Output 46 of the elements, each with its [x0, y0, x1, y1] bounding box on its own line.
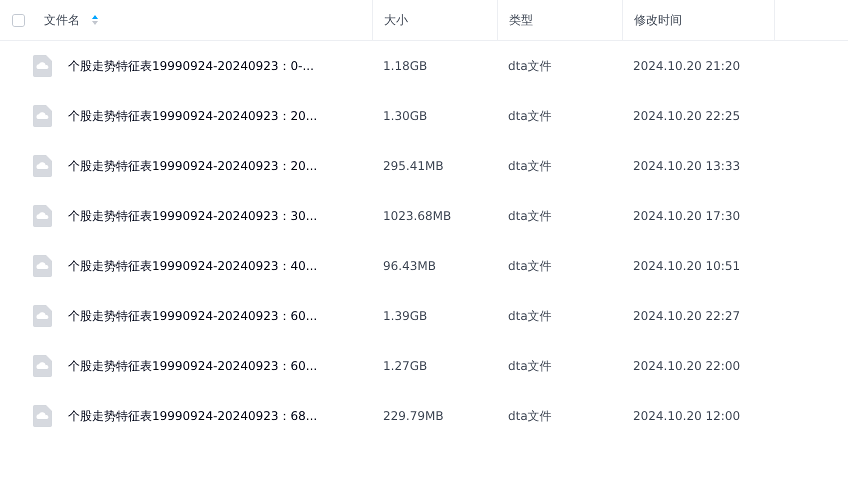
cloud-file-icon	[33, 155, 52, 177]
modified-time: 2024.10.20 21:20	[632, 59, 740, 73]
file-size: 1.39GB	[382, 309, 428, 323]
modified-time: 2024.10.20 13:33	[632, 159, 740, 173]
modified-time: 2024.10.20 17:30	[632, 209, 740, 223]
file-size: 96.43MB	[382, 259, 436, 273]
column-header[interactable]: 类型	[509, 12, 533, 28]
file-name[interactable]: 个股走势特征表19990924-20240923：20...	[68, 158, 318, 174]
cloud-file-icon	[33, 55, 52, 77]
file-size: 295.41MB	[382, 159, 444, 173]
file-type: dta文件	[507, 158, 552, 174]
file-size: 1.18GB	[382, 59, 428, 73]
file-name[interactable]: 个股走势特征表19990924-20240923：60...	[68, 308, 318, 324]
column-header[interactable]: 文件名	[44, 12, 80, 28]
modified-time: 2024.10.20 22:25	[632, 109, 740, 123]
file-type: dta文件	[507, 58, 552, 74]
file-size: 1023.68MB	[382, 209, 452, 223]
modified-time: 2024.10.20 22:00	[632, 359, 740, 373]
file-type: dta文件	[507, 408, 552, 424]
cloud-file-icon	[33, 355, 52, 377]
file-name[interactable]: 个股走势特征表19990924-20240923：68...	[68, 408, 318, 424]
file-name[interactable]: 个股走势特征表19990924-20240923：40...	[68, 258, 318, 274]
file-type: dta文件	[507, 208, 552, 224]
cloud-file-icon	[33, 305, 52, 327]
modified-time: 2024.10.20 22:27	[632, 309, 740, 323]
cloud-file-icon	[33, 105, 52, 127]
column-header[interactable]: 修改时间	[634, 12, 682, 28]
cloud-file-icon	[33, 405, 52, 427]
file-type: dta文件	[507, 108, 552, 124]
file-name[interactable]: 个股走势特征表19990924-20240923：20...	[68, 108, 318, 124]
column-header[interactable]: 大小	[384, 12, 408, 28]
modified-time: 2024.10.20 12:00	[632, 409, 740, 423]
file-size: 1.27GB	[382, 359, 428, 373]
file-size: 229.79MB	[382, 409, 444, 423]
cloud-file-icon	[33, 205, 52, 227]
file-type: dta文件	[507, 358, 552, 374]
sort-icon[interactable]	[92, 15, 98, 25]
file-name[interactable]: 个股走势特征表19990924-20240923：0-...	[68, 58, 314, 74]
file-type: dta文件	[507, 308, 552, 324]
modified-time: 2024.10.20 10:51	[632, 259, 740, 273]
file-type: dta文件	[507, 258, 552, 274]
file-name[interactable]: 个股走势特征表19990924-20240923：60...	[68, 358, 318, 374]
file-name[interactable]: 个股走势特征表19990924-20240923：30...	[68, 208, 318, 224]
select-all-checkbox[interactable]	[12, 14, 25, 26]
file-size: 1.30GB	[382, 109, 428, 123]
cloud-file-icon	[33, 255, 52, 277]
